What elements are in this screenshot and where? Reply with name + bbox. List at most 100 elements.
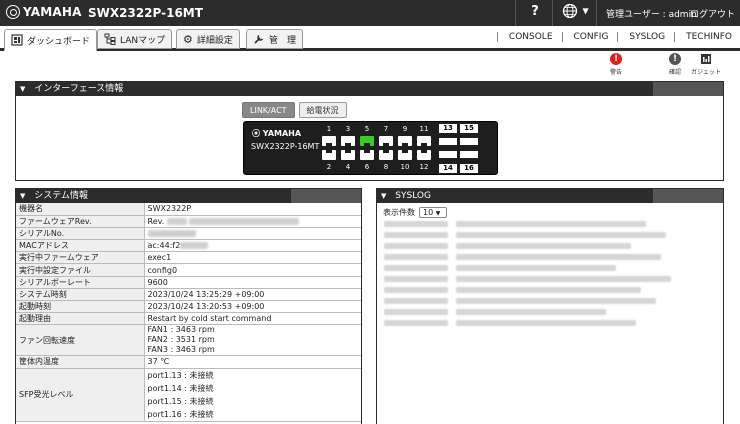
panel-title: インターフェース情報 <box>34 84 124 94</box>
port-6[interactable] <box>360 150 374 160</box>
tab-management[interactable]: 管 理 <box>246 29 304 49</box>
confirm-button[interactable]: ! 確認 <box>658 53 692 76</box>
link-act-button[interactable]: LINK/ACT <box>242 102 295 118</box>
sfp-port-number: 15 <box>460 124 478 133</box>
port-4[interactable] <box>341 150 355 160</box>
port-9[interactable] <box>398 136 412 146</box>
yamaha-emblem-icon <box>6 5 20 19</box>
tab-label: 詳細設定 <box>196 35 233 46</box>
switch-faceplate: ⦿ YAMAHA SWX2322P-16MT 1 3 5 7 9 11 2 4 … <box>243 121 498 175</box>
wrench-icon <box>254 34 264 44</box>
current-user: 管理ユーザー : admin <box>606 10 697 20</box>
syslog-panel-header[interactable]: ▼ SYSLOG <box>377 189 723 203</box>
switch-brand: ⦿ YAMAHA <box>252 129 302 138</box>
port-2[interactable] <box>322 150 336 160</box>
utility-links: CONSOLE CONFIG SYSLOG TECHINFO <box>496 32 740 42</box>
header-stripe <box>653 189 723 203</box>
table-row: 実行中ファームウェア exec1 <box>16 251 361 265</box>
power-status-button[interactable]: 給電状況 <box>298 102 347 118</box>
gadget-button[interactable]: ガジェット <box>688 53 724 76</box>
panel-title: システム情報 <box>34 191 88 201</box>
tab-lan-map[interactable]: LANマップ <box>97 29 173 49</box>
main-tab-bar: ダッシュボード LANマップ ⚙ 詳細設定 管 理 CONSOLE CONFIG… <box>0 26 740 51</box>
header-stripe <box>291 189 361 203</box>
row-value: Rev. <box>144 215 361 228</box>
port-12[interactable] <box>417 150 431 160</box>
gadget-label: ガジェット <box>690 69 721 76</box>
mac-prefix: ac:44:f2 <box>147 241 181 251</box>
link-techinfo[interactable]: TECHINFO <box>674 32 740 42</box>
row-key: 起動理由 <box>16 312 145 326</box>
row-value: SWX2322P <box>144 203 361 216</box>
tab-dashboard[interactable]: ダッシュボード <box>4 29 98 51</box>
row-value: port1.13 : 未接続 port1.14 : 未接続 port1.15 :… <box>144 368 361 422</box>
yamaha-logo[interactable]: YAMAHA <box>6 5 82 19</box>
link-console[interactable]: CONSOLE <box>496 32 562 42</box>
collapse-triangle-icon: ▼ <box>20 192 26 200</box>
sfp-level: port1.14 : 未接続 <box>147 383 214 393</box>
count-value: 10 <box>423 208 434 217</box>
table-row: 筐体内温度 37 ℃ <box>16 355 361 369</box>
row-key: シリアルNo. <box>16 227 145 241</box>
switch-model: SWX2322P-16MT <box>251 142 320 151</box>
log-entry <box>384 298 724 306</box>
port-number: 7 <box>383 125 389 133</box>
language-menu[interactable]: ▼ <box>562 3 589 19</box>
row-value: Restart by cold start command <box>144 312 361 326</box>
sfp-port-13[interactable] <box>439 138 457 145</box>
sfp-port-16[interactable] <box>460 151 478 158</box>
interface-panel-header[interactable]: ▼ インターフェース情報 <box>16 82 723 96</box>
port-10[interactable] <box>398 150 412 160</box>
brand-name: YAMAHA <box>23 5 82 19</box>
fan-speed: FAN3 : 3463 rpm <box>147 345 215 355</box>
system-panel-header[interactable]: ▼ システム情報 <box>16 189 361 203</box>
interface-info-panel: ▼ インターフェース情報 LINK/ACT 給電状況 ⦿ YAMAHA SWX2… <box>15 81 724 181</box>
panel-title: SYSLOG <box>395 191 431 201</box>
sfp-port-number: 14 <box>439 164 457 173</box>
tab-advanced-settings[interactable]: ⚙ 詳細設定 <box>176 29 240 49</box>
link-config[interactable]: CONFIG <box>561 32 618 42</box>
log-entry <box>384 254 724 262</box>
lan-map-icon <box>104 33 116 45</box>
table-row: 起動時刻 2023/10/24 13:20:53 +09:00 <box>16 300 361 314</box>
table-row: ファン回転速度 FAN1 : 3463 rpm FAN2 : 3531 rpm … <box>16 324 361 357</box>
warning-button[interactable]: ! 警告 <box>599 53 633 76</box>
globe-icon <box>562 3 578 19</box>
port-number: 9 <box>402 125 408 133</box>
port-1[interactable] <box>322 136 336 146</box>
port-number: 6 <box>364 163 370 171</box>
logout-link[interactable]: ログアウト <box>690 7 735 20</box>
header-stripe <box>653 82 723 96</box>
redacted-value <box>189 217 300 225</box>
switch-brand-text: YAMAHA <box>262 129 302 138</box>
app-window: YAMAHA SWX2322P-16MT ? ▼ 管理ユーザー : admin … <box>0 0 740 424</box>
port-5[interactable] <box>360 136 374 146</box>
row-key: 起動時刻 <box>16 300 145 314</box>
log-entry <box>384 232 724 240</box>
port-number: 11 <box>419 125 429 133</box>
port-number: 1 <box>326 125 332 133</box>
link-syslog[interactable]: SYSLOG <box>617 32 674 42</box>
fan-speed: FAN1 : 3463 rpm <box>147 325 215 335</box>
help-icon[interactable]: ? <box>526 4 544 19</box>
row-key: MACアドレス <box>16 239 145 253</box>
row-value: exec1 <box>144 251 361 265</box>
sfp-port-14[interactable] <box>439 151 457 158</box>
row-key: シリアルボーレート <box>16 276 145 289</box>
port-number: 4 <box>345 163 351 171</box>
sfp-port-15[interactable] <box>460 138 478 145</box>
row-value <box>144 227 361 241</box>
row-key: 機器名 <box>16 203 145 216</box>
port-11[interactable] <box>417 136 431 146</box>
confirm-label: 確認 <box>668 69 681 76</box>
firmware-rev-prefix: Rev. <box>147 216 165 226</box>
collapse-triangle-icon: ▼ <box>20 85 26 93</box>
row-value: 2023/10/24 13:20:53 +09:00 <box>144 300 361 314</box>
count-select[interactable]: 10 ▼ <box>419 207 447 218</box>
port-number: 8 <box>383 163 389 171</box>
row-key: 筐体内温度 <box>16 355 145 369</box>
port-8[interactable] <box>379 150 393 160</box>
port-7[interactable] <box>379 136 393 146</box>
port-3[interactable] <box>341 136 355 146</box>
log-entry <box>384 287 724 295</box>
